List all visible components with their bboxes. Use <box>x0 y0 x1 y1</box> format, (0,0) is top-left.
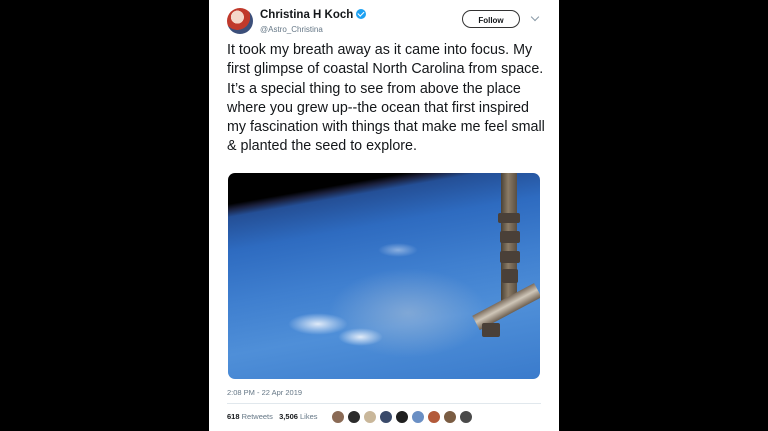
liker-avatar[interactable] <box>347 410 361 424</box>
photo-arm-joint <box>498 213 520 223</box>
author-name-row[interactable]: Christina H Koch <box>260 9 367 21</box>
tweet-card: Christina H Koch @Astro_Christina Follow… <box>209 0 559 431</box>
author-handle[interactable]: @Astro_Christina <box>260 25 323 34</box>
chevron-down-icon[interactable] <box>530 12 540 22</box>
divider <box>227 403 541 404</box>
retweets-stat[interactable]: 618 Retweets <box>227 412 273 421</box>
tweet-stats: 618 Retweets 3,506 Likes <box>227 412 318 421</box>
author-name[interactable]: Christina H Koch <box>260 9 353 21</box>
tweet-photo[interactable] <box>228 173 540 379</box>
liker-avatar[interactable] <box>459 410 473 424</box>
photo-cloud <box>288 313 348 335</box>
photo-arm-joint <box>502 269 518 283</box>
photo-arm-joint <box>500 251 520 263</box>
photo-arm-end <box>482 323 500 337</box>
liker-avatar[interactable] <box>443 410 457 424</box>
likes-count: 3,506 <box>279 412 298 421</box>
author-avatar[interactable] <box>227 8 253 34</box>
retweets-count: 618 <box>227 412 240 421</box>
liker-avatar[interactable] <box>363 410 377 424</box>
photo-cloud <box>338 328 383 346</box>
likes-label: Likes <box>300 412 318 421</box>
tweet-header: Christina H Koch @Astro_Christina Follow <box>227 6 541 40</box>
tweet-timestamp[interactable]: 2:08 PM - 22 Apr 2019 <box>227 388 302 397</box>
liker-avatar[interactable] <box>379 410 393 424</box>
photo-cloud <box>378 243 418 257</box>
liker-avatar[interactable] <box>411 410 425 424</box>
retweets-label: Retweets <box>241 412 273 421</box>
follow-button[interactable]: Follow <box>462 10 520 28</box>
liker-avatar[interactable] <box>331 410 345 424</box>
tweet-text: It took my breath away as it came into f… <box>227 42 545 155</box>
liker-avatar[interactable] <box>395 410 409 424</box>
verified-badge-icon <box>356 9 367 19</box>
likes-stat[interactable]: 3,506 Likes <box>279 412 317 421</box>
photo-arm-joint <box>500 231 520 243</box>
liker-avatar[interactable] <box>427 410 441 424</box>
